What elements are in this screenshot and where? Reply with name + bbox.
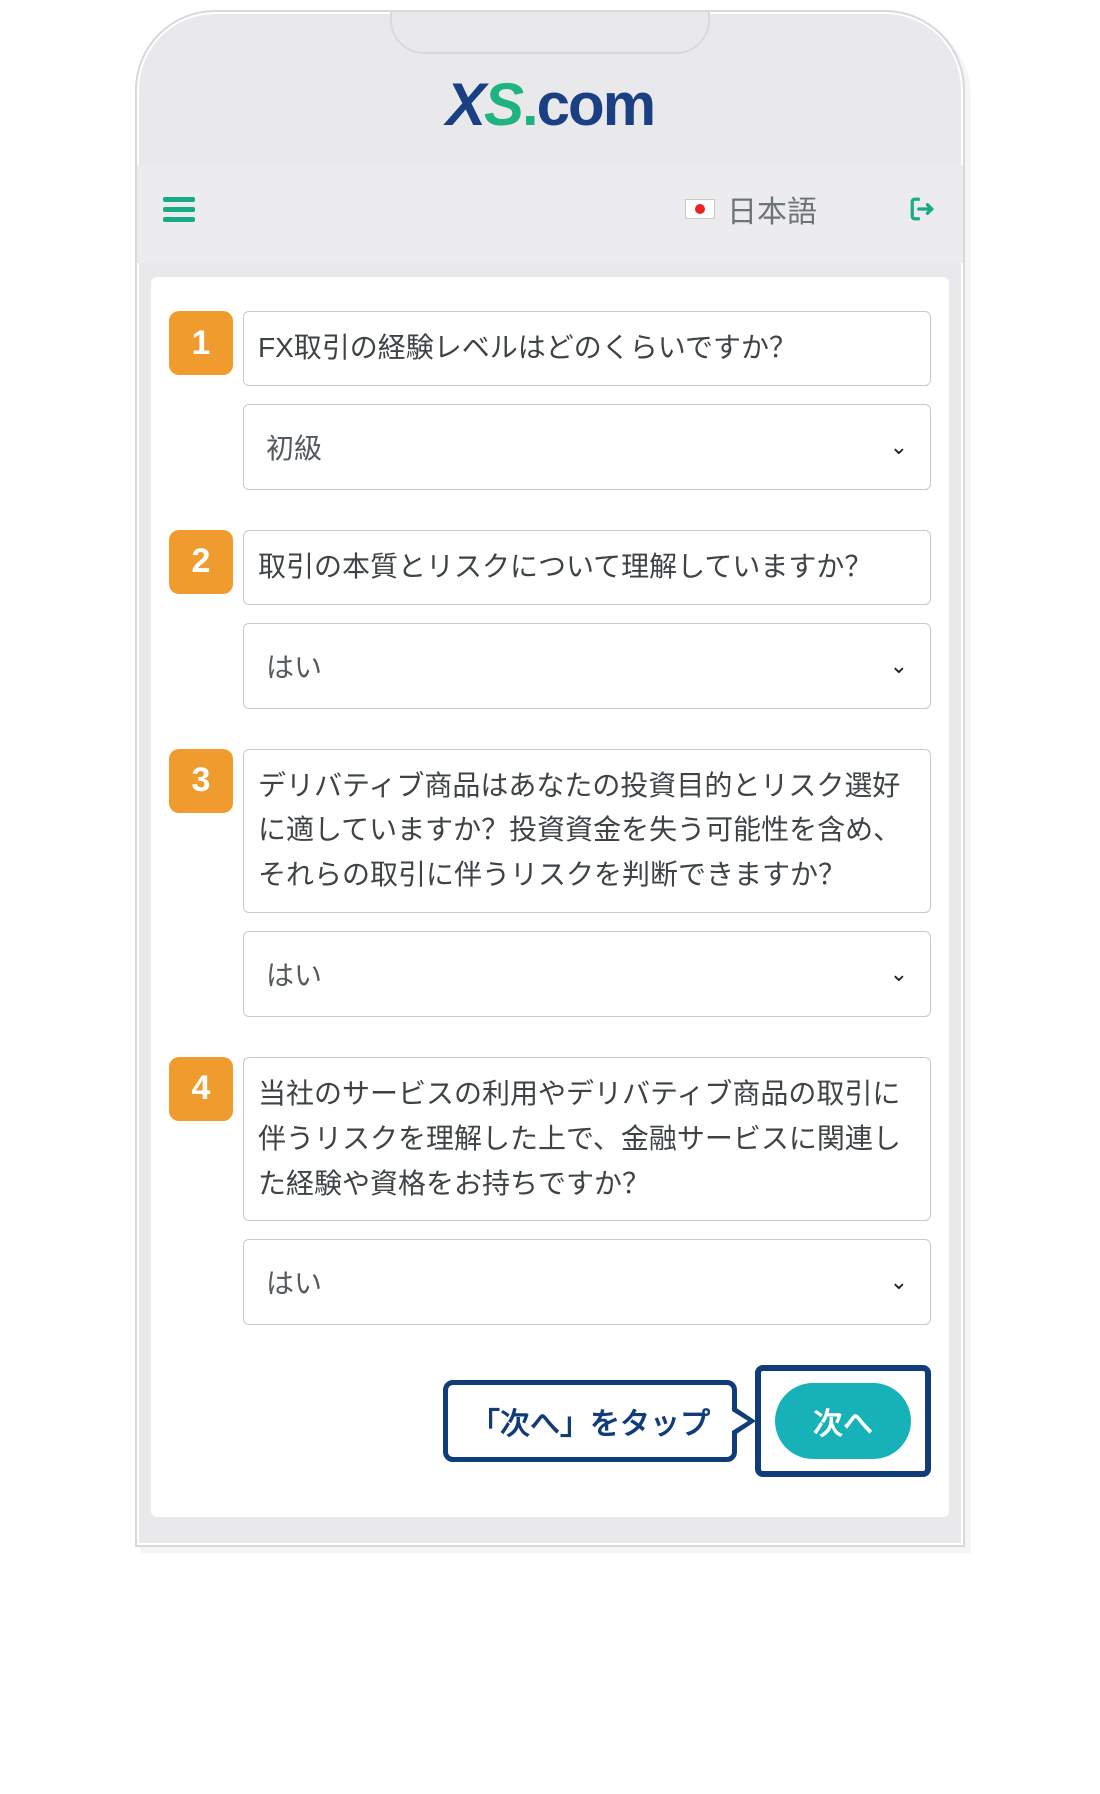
- question-text: 取引の本質とリスクについて理解していますか？: [243, 530, 931, 605]
- instruction-callout: 「次へ」をタップ: [443, 1380, 737, 1462]
- logo-com: com: [537, 71, 654, 138]
- question-group: 1 FX取引の経験レベルはどのくらいですか？ 初級 ⌄: [169, 311, 931, 490]
- phone-notch: [390, 12, 710, 54]
- select-value: 初級: [266, 427, 322, 467]
- flag-icon: [685, 199, 715, 219]
- phone-mock: XS.com 日本語 1 FX取引の経験レベルはどのくらいですか？ 初級 ⌄: [135, 10, 965, 1547]
- step-badge: 4: [169, 1057, 233, 1121]
- logo-dot: .: [522, 71, 537, 138]
- chevron-down-icon: ⌄: [890, 961, 908, 987]
- experience-qualification-select[interactable]: はい ⌄: [243, 1239, 931, 1325]
- derivative-suitability-select[interactable]: はい ⌄: [243, 931, 931, 1017]
- question-group: 4 当社のサービスの利用やデリバティブ商品の取引に伴うリスクを理解した上で、金融…: [169, 1057, 931, 1325]
- menu-icon[interactable]: [163, 192, 195, 227]
- step-badge: 1: [169, 311, 233, 375]
- language-selector[interactable]: 日本語: [685, 187, 817, 231]
- chevron-down-icon: ⌄: [890, 1269, 908, 1295]
- step-badge: 2: [169, 530, 233, 594]
- logo-s: S: [484, 71, 522, 138]
- question-group: 2 取引の本質とリスクについて理解していますか？ はい ⌄: [169, 530, 931, 709]
- question-group: 3 デリバティブ商品はあなたの投資目的とリスク選好に適していますか？投資資金を失…: [169, 749, 931, 1017]
- next-highlight-box: 次へ: [755, 1365, 931, 1477]
- language-label: 日本語: [727, 187, 817, 231]
- question-text: FX取引の経験レベルはどのくらいですか？: [243, 311, 931, 386]
- form-card: 1 FX取引の経験レベルはどのくらいですか？ 初級 ⌄ 2 取引の本質とリスクに…: [151, 277, 949, 1517]
- experience-level-select[interactable]: 初級 ⌄: [243, 404, 931, 490]
- risk-understand-select[interactable]: はい ⌄: [243, 623, 931, 709]
- chevron-down-icon: ⌄: [890, 653, 908, 679]
- select-value: はい: [266, 646, 322, 686]
- logout-icon[interactable]: [907, 196, 937, 222]
- top-bar: 日本語: [137, 165, 963, 263]
- chevron-down-icon: ⌄: [890, 434, 908, 460]
- xs-logo: XS.com: [446, 70, 654, 139]
- question-text: デリバティブ商品はあなたの投資目的とリスク選好に適していますか？投資資金を失う可…: [243, 749, 931, 913]
- step-badge: 3: [169, 749, 233, 813]
- select-value: はい: [266, 954, 322, 994]
- select-value: はい: [266, 1262, 322, 1302]
- logo-x: X: [446, 71, 484, 138]
- next-button[interactable]: 次へ: [775, 1383, 911, 1459]
- footer-row: 「次へ」をタップ 次へ: [169, 1365, 931, 1477]
- question-text: 当社のサービスの利用やデリバティブ商品の取引に伴うリスクを理解した上で、金融サー…: [243, 1057, 931, 1221]
